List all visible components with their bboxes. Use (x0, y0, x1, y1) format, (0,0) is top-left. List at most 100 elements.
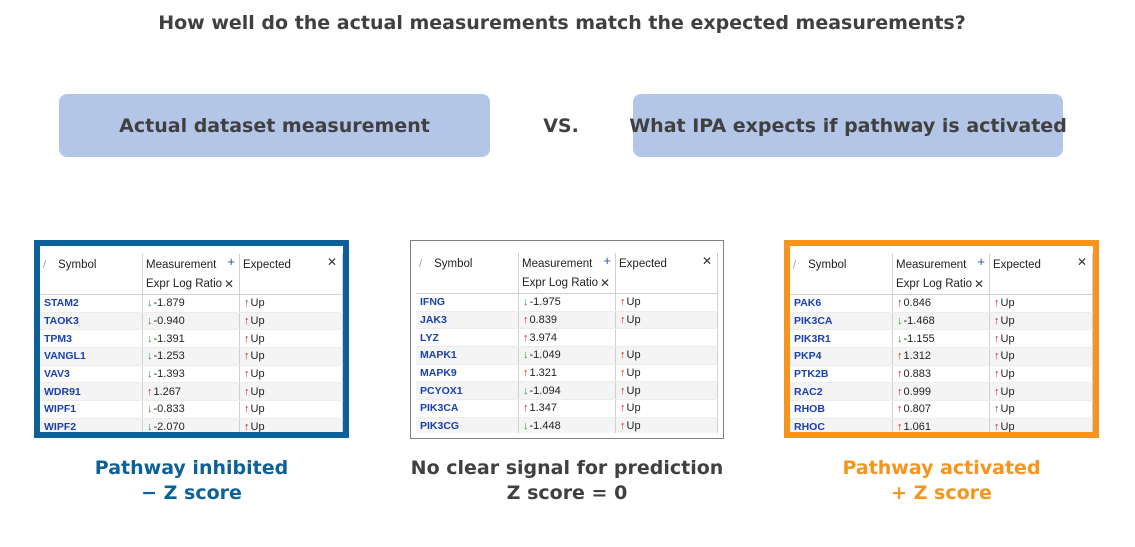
table-row[interactable]: MAPK1 ↓-1.049 ↑Up (416, 346, 718, 365)
symbol-cell[interactable]: MAPK1 (416, 346, 519, 365)
gene-symbol[interactable]: WIPF1 (44, 403, 76, 415)
gene-symbol[interactable]: PAK6 (794, 297, 821, 309)
gene-symbol[interactable]: MAPK9 (420, 367, 457, 379)
expected-cell: ↑Up (989, 347, 1093, 366)
symbol-cell[interactable]: PIK3CA (416, 399, 519, 418)
expr-log-ratio-value: -1.253 (153, 350, 185, 363)
gene-symbol[interactable]: IFNG (420, 296, 445, 308)
gene-symbol[interactable]: RHOB (794, 403, 825, 415)
table-row[interactable]: PIK3R1 ↓-1.155 ↑Up (790, 329, 1093, 349)
symbol-cell[interactable]: JAK3 (416, 311, 519, 330)
symbol-cell[interactable]: LYZ (416, 328, 519, 348)
gene-symbol[interactable]: STAM2 (44, 297, 79, 309)
symbol-cell[interactable]: MAPK9 (416, 364, 519, 383)
symbol-cell[interactable]: VAV3 (40, 365, 143, 384)
gene-symbol[interactable]: PTK2B (794, 368, 828, 380)
gene-symbol[interactable]: LYZ (420, 332, 439, 344)
add-column-icon[interactable]: + (603, 253, 611, 268)
sort-icon[interactable]: / (419, 258, 422, 270)
table-row[interactable]: RAC2 ↑0.999 ↑Up (790, 382, 1093, 402)
symbol-cell[interactable]: PIK3R1 (790, 329, 893, 349)
sort-icon[interactable]: / (43, 259, 46, 271)
gene-symbol[interactable]: VAV3 (44, 368, 70, 380)
gene-symbol[interactable]: PIK3CA (794, 315, 833, 327)
gene-symbol[interactable]: PIK3CG (420, 420, 459, 432)
table-row[interactable]: PCYOX1 ↓-1.094 ↑Up (416, 381, 718, 401)
table-row[interactable]: PAK6 ↑0.846 ↑Up (790, 294, 1093, 313)
remove-expected-icon[interactable]: ✕ (327, 255, 337, 269)
symbol-cell[interactable]: IFNG (416, 293, 519, 312)
gene-symbol[interactable]: RHOC (794, 421, 825, 432)
table-row[interactable]: WIPF1 ↓-0.833 ↑Up (40, 400, 343, 419)
table-row[interactable]: VAV3 ↓-1.393 ↑Up (40, 365, 343, 384)
table-row[interactable]: WDR91 ↑1.267 ↑Up (40, 382, 343, 402)
symbol-cell[interactable]: WIPF2 (40, 418, 143, 432)
table-row[interactable]: TAOK3 ↓-0.940 ↑Up (40, 312, 343, 331)
expr-log-ratio-value: -0.940 (153, 315, 185, 328)
remove-expected-icon[interactable]: ✕ (1077, 255, 1087, 269)
remove-measurement-icon[interactable]: ✕ (224, 277, 234, 291)
table-row[interactable]: STAM2 ↓-1.879 ↑Up (40, 294, 343, 313)
symbol-cell[interactable]: RAC2 (790, 382, 893, 402)
gene-symbol[interactable]: VANGL1 (44, 350, 86, 362)
symbol-cell[interactable]: WIPF1 (40, 400, 143, 419)
gene-symbol[interactable]: RAC2 (794, 386, 823, 398)
symbol-cell[interactable]: TAOK3 (40, 312, 143, 331)
expected-column-header[interactable]: Expected ✕ (239, 254, 343, 295)
symbol-cell[interactable]: RHOB (790, 400, 893, 419)
table-row[interactable]: PIK3CA ↓-1.468 ↑Up (790, 312, 1093, 331)
symbol-cell[interactable]: PAK6 (790, 294, 893, 313)
gene-symbol[interactable]: PCYOX1 (420, 385, 463, 397)
gene-symbol[interactable]: WIPF2 (44, 421, 76, 432)
symbol-cell[interactable]: PKP4 (790, 347, 893, 366)
table-row[interactable]: PTK2B ↑0.883 ↑Up (790, 365, 1093, 384)
symbol-cell[interactable]: VANGL1 (40, 347, 143, 366)
symbol-cell[interactable]: PTK2B (790, 365, 893, 384)
add-column-icon[interactable]: + (227, 254, 235, 269)
table-row[interactable]: WIPF2 ↓-2.070 ↑Up (40, 418, 343, 432)
table-row[interactable]: RHOC ↑1.061 ↑Up (790, 418, 1093, 432)
symbol-cell[interactable]: RHOC (790, 418, 893, 432)
gene-symbol[interactable]: PKP4 (794, 350, 821, 362)
expected-column-header[interactable]: Expected ✕ (615, 253, 718, 294)
gene-symbol[interactable]: TPM3 (44, 333, 72, 345)
symbol-cell[interactable]: WDR91 (40, 382, 143, 402)
symbol-column-header[interactable]: / Symbol (416, 253, 519, 294)
symbol-cell[interactable]: STAM2 (40, 294, 143, 313)
add-column-icon[interactable]: + (977, 254, 985, 269)
expr-log-ratio-value: 3.974 (529, 331, 558, 344)
gene-symbol[interactable]: WDR91 (44, 386, 81, 398)
symbol-column-header[interactable]: / Symbol (790, 254, 893, 295)
remove-measurement-icon[interactable]: ✕ (600, 276, 610, 290)
table-row[interactable]: MAPK9 ↑1.321 ↑Up (416, 364, 718, 383)
table-row[interactable]: TPM3 ↓-1.391 ↑Up (40, 329, 343, 349)
gene-symbol[interactable]: MAPK1 (420, 349, 457, 361)
measurement-column-header[interactable]: Measurement + Expr Log Ratio ✕ (518, 253, 616, 294)
sort-icon[interactable]: / (793, 259, 796, 271)
table-row[interactable]: PIK3CG ↓-1.448 ↑Up (416, 417, 718, 433)
symbol-column-header[interactable]: / Symbol (40, 254, 143, 295)
symbol-cell[interactable]: PCYOX1 (416, 381, 519, 401)
up-arrow-icon: ↑ (994, 368, 1000, 381)
table-row[interactable]: RHOB ↑0.807 ↑Up (790, 400, 1093, 419)
symbol-cell[interactable]: TPM3 (40, 329, 143, 349)
expected-column-header[interactable]: Expected ✕ (989, 254, 1093, 295)
gene-symbol[interactable]: JAK3 (420, 314, 447, 326)
expr-log-ratio-value: -1.049 (529, 349, 561, 362)
gene-symbol[interactable]: PIK3CA (420, 402, 459, 414)
table-row[interactable]: PKP4 ↑1.312 ↑Up (790, 347, 1093, 366)
remove-expected-icon[interactable]: ✕ (702, 254, 712, 268)
remove-measurement-icon[interactable]: ✕ (974, 277, 984, 291)
measurement-column-header[interactable]: Measurement + Expr Log Ratio ✕ (142, 254, 240, 295)
symbol-cell[interactable]: PIK3CA (790, 312, 893, 331)
symbol-header-label: Symbol (58, 259, 97, 271)
gene-symbol[interactable]: PIK3R1 (794, 333, 831, 345)
symbol-cell[interactable]: PIK3CG (416, 417, 519, 433)
table-row[interactable]: PIK3CA ↑1.347 ↑Up (416, 399, 718, 418)
table-row[interactable]: LYZ ↑3.974 (416, 328, 718, 348)
gene-symbol[interactable]: TAOK3 (44, 315, 79, 327)
table-row[interactable]: VANGL1 ↓-1.253 ↑Up (40, 347, 343, 366)
table-row[interactable]: IFNG ↓-1.975 ↑Up (416, 293, 718, 312)
measurement-column-header[interactable]: Measurement + Expr Log Ratio ✕ (892, 254, 990, 295)
table-row[interactable]: JAK3 ↑0.839 ↑Up (416, 311, 718, 330)
